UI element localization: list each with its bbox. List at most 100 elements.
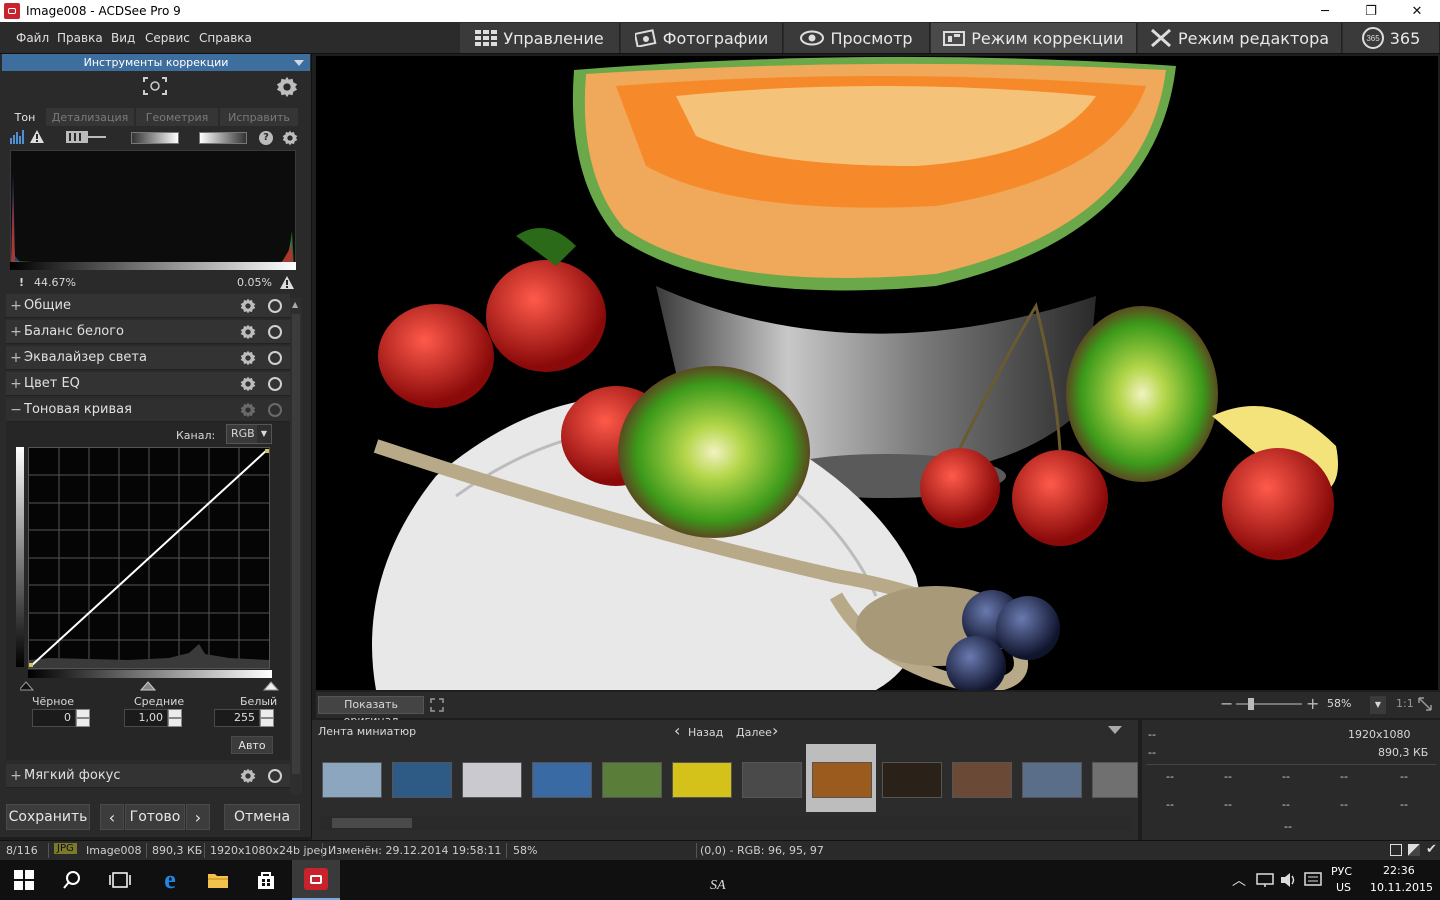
- spin-down-icon[interactable]: [260, 718, 274, 727]
- filmstrip-next[interactable]: Далее: [736, 726, 772, 739]
- section-white-balance[interactable]: + Баланс белого: [6, 320, 290, 344]
- settings-gear-icon[interactable]: [276, 76, 298, 98]
- reset-circle-icon[interactable]: [268, 325, 282, 339]
- zoom-in-icon[interactable]: +: [1306, 694, 1319, 713]
- checkmark-icon[interactable]: ✔: [1426, 842, 1437, 857]
- zoom-dropdown-icon[interactable]: ▼: [1370, 696, 1386, 714]
- close-button[interactable]: ✕: [1394, 0, 1440, 22]
- thumbnail-4[interactable]: [532, 762, 592, 798]
- next-image-button[interactable]: ›: [186, 804, 210, 830]
- thumbnail-12[interactable]: [1092, 762, 1138, 798]
- view-compare-icon[interactable]: [1408, 844, 1420, 856]
- highlight-warning-icon[interactable]: [279, 275, 295, 290]
- chevron-left-icon[interactable]: ‹: [674, 721, 680, 740]
- tone-curve-graph[interactable]: [28, 447, 270, 669]
- tab-tone[interactable]: Тон: [6, 108, 44, 126]
- panel-scrollbar[interactable]: ▲: [290, 298, 302, 794]
- gradient-preview-light[interactable]: [199, 132, 247, 144]
- section-general[interactable]: + Общие: [6, 294, 290, 318]
- keyboard-layout[interactable]: US: [1336, 881, 1351, 894]
- clock-time[interactable]: 22:36: [1383, 864, 1415, 877]
- thumbnail-5[interactable]: [602, 762, 662, 798]
- fit-window-icon[interactable]: [1418, 697, 1432, 711]
- clock-date[interactable]: 10.11.2015: [1370, 881, 1433, 894]
- tab-geometry[interactable]: Геометрия: [136, 108, 218, 126]
- thumbnail-7[interactable]: [742, 762, 802, 798]
- zoom-out-icon[interactable]: −: [1220, 694, 1233, 713]
- view-single-icon[interactable]: [1390, 844, 1402, 856]
- channel-select[interactable]: RGB ▼: [226, 424, 272, 444]
- acdsee-taskbar-button[interactable]: [292, 860, 340, 900]
- thumbnail-11[interactable]: [1022, 762, 1082, 798]
- section-light-eq[interactable]: + Эквалайзер света: [6, 346, 290, 370]
- thumbnail-3[interactable]: [462, 762, 522, 798]
- tab-detail[interactable]: Детализация: [46, 108, 134, 126]
- thumbnail-10[interactable]: [952, 762, 1012, 798]
- reset-circle-icon[interactable]: [268, 769, 282, 783]
- thumbnail-1[interactable]: [322, 762, 382, 798]
- mode-view[interactable]: Просмотр: [784, 23, 930, 53]
- mode-develop[interactable]: Режим коррекции: [931, 23, 1137, 53]
- thumbnail-2[interactable]: [392, 762, 452, 798]
- store-button[interactable]: [242, 860, 290, 900]
- panel-dropdown-icon[interactable]: [294, 60, 304, 66]
- spin-down-icon[interactable]: [168, 718, 182, 727]
- menu-view[interactable]: Вид: [111, 31, 135, 45]
- black-spinner[interactable]: [76, 709, 90, 727]
- network-icon[interactable]: [1256, 872, 1274, 888]
- zoom-slider-thumb[interactable]: [1248, 698, 1254, 710]
- spin-down-icon[interactable]: [76, 718, 90, 727]
- section-tone-curve[interactable]: − Тоновая кривая: [6, 398, 290, 422]
- cancel-button[interactable]: Отмена: [224, 804, 300, 830]
- expand-icon[interactable]: +: [8, 350, 24, 366]
- scroll-thumb[interactable]: [292, 314, 300, 774]
- tab-repair[interactable]: Исправить: [220, 108, 298, 126]
- mode-manage[interactable]: Управление: [460, 23, 620, 53]
- menu-edit[interactable]: Правка: [57, 31, 103, 45]
- menu-file[interactable]: Файл: [16, 31, 49, 45]
- midtones-input[interactable]: 1,00: [124, 709, 168, 727]
- minimize-button[interactable]: ─: [1302, 0, 1348, 22]
- prev-image-button[interactable]: ‹: [100, 804, 124, 830]
- black-input[interactable]: 0: [32, 709, 76, 727]
- show-original-button[interactable]: Показать оригинал: [318, 696, 424, 727]
- filmstrip-scrollbar[interactable]: [320, 816, 1132, 830]
- thumbnail-9[interactable]: [882, 762, 942, 798]
- chevron-right-icon[interactable]: ›: [772, 721, 778, 740]
- warning-icon[interactable]: [29, 129, 45, 144]
- gear-icon[interactable]: [240, 376, 256, 392]
- section-color-eq[interactable]: + Цвет EQ: [6, 372, 290, 396]
- zoom-value[interactable]: 58%: [1327, 697, 1351, 710]
- menu-help[interactable]: Справка: [199, 31, 252, 45]
- mode-edit[interactable]: Режим редактора: [1138, 23, 1342, 53]
- reset-circle-icon[interactable]: [268, 403, 282, 417]
- reset-circle-icon[interactable]: [268, 351, 282, 365]
- filmstrip-collapse-icon[interactable]: [1108, 726, 1122, 734]
- explorer-button[interactable]: [194, 860, 242, 900]
- gear-icon[interactable]: [240, 768, 256, 784]
- filmstrip-scroll-thumb[interactable]: [332, 818, 412, 828]
- white-input[interactable]: 255: [214, 709, 260, 727]
- help-icon[interactable]: ?: [259, 131, 273, 145]
- expand-icon[interactable]: +: [8, 768, 24, 784]
- volume-icon[interactable]: [1280, 872, 1298, 888]
- collapse-icon[interactable]: −: [8, 402, 24, 418]
- auto-button[interactable]: Авто: [231, 736, 273, 754]
- reset-circle-icon[interactable]: [268, 299, 282, 313]
- spin-up-icon[interactable]: [260, 709, 274, 718]
- start-button[interactable]: [0, 860, 48, 900]
- expand-icon[interactable]: +: [8, 298, 24, 314]
- curve-input-sliders[interactable]: [20, 680, 282, 692]
- histogram-settings-icon[interactable]: [282, 130, 298, 146]
- expand-icon[interactable]: +: [8, 324, 24, 340]
- search-button[interactable]: [48, 860, 96, 900]
- gear-icon[interactable]: [240, 350, 256, 366]
- gear-icon[interactable]: [240, 324, 256, 340]
- mode-365[interactable]: 365 365: [1343, 23, 1440, 53]
- gear-icon[interactable]: [240, 298, 256, 314]
- histogram-icon[interactable]: [10, 130, 26, 144]
- section-soft-focus[interactable]: + Мягкий фокус: [6, 764, 290, 788]
- gear-icon[interactable]: [240, 402, 256, 418]
- spin-up-icon[interactable]: [168, 709, 182, 718]
- task-view-button[interactable]: [96, 860, 144, 900]
